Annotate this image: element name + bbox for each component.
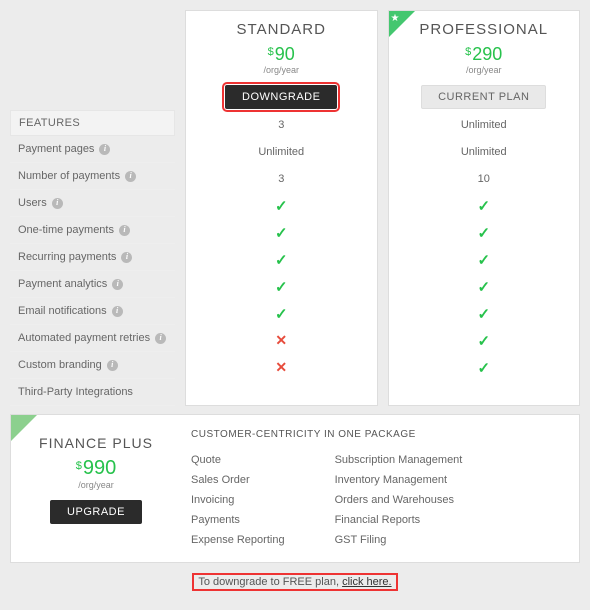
feature-item: Payment pagesi — [10, 136, 175, 163]
plan-cell: ✓ — [186, 246, 377, 273]
list-item: Payments — [191, 510, 285, 530]
check-icon: ✓ — [477, 305, 490, 323]
plan-cell: ✕ — [186, 354, 377, 381]
plan-cell: ✓ — [389, 219, 580, 246]
list-item: Expense Reporting — [191, 530, 285, 550]
feature-item: Payment analyticsi — [10, 271, 175, 298]
info-icon[interactable]: i — [112, 306, 123, 317]
star-badge-icon: ★ — [389, 11, 415, 37]
feature-item: Automated payment retriesi — [10, 325, 175, 352]
plan-standard: STANDARD $90 /org/year DOWNGRADE 3Unlimi… — [185, 10, 378, 406]
info-icon[interactable]: i — [112, 279, 123, 290]
list-item: Inventory Management — [335, 470, 463, 490]
plan-unit-finance: /org/year — [21, 480, 171, 490]
info-icon[interactable]: i — [121, 252, 132, 263]
info-icon[interactable]: i — [52, 198, 63, 209]
info-icon[interactable]: i — [119, 225, 130, 236]
features-header: FEATURES — [10, 110, 175, 136]
feature-item: Email notificationsi — [10, 298, 175, 325]
plan-cell: 3 — [186, 165, 377, 192]
feature-item: Usersi — [10, 190, 175, 217]
plan-cell: ✓ — [389, 273, 580, 300]
check-icon: ✓ — [477, 278, 490, 296]
plan-price-professional: $290 — [389, 44, 580, 65]
check-icon: ✓ — [275, 224, 288, 242]
plan-header-professional: PROFESSIONAL $290 /org/year CURRENT PLAN — [389, 11, 580, 111]
plan-unit-standard: /org/year — [186, 65, 377, 75]
plan-cell: ✓ — [186, 219, 377, 246]
check-icon: ✓ — [477, 224, 490, 242]
plan-cell: Unlimited — [186, 138, 377, 165]
plan-title-standard: STANDARD — [186, 21, 377, 38]
list-item: Orders and Warehouses — [335, 490, 463, 510]
plan-cell: ✓ — [389, 192, 580, 219]
check-icon: ✓ — [275, 251, 288, 269]
plan-price-standard: $90 — [186, 44, 377, 65]
check-icon: ✓ — [477, 197, 490, 215]
plan-title-finance: FINANCE PLUS — [21, 435, 171, 451]
plan-cell: 10 — [389, 165, 580, 192]
plan-cell: ✓ — [186, 300, 377, 327]
finance-heading: CUSTOMER-CENTRICITY IN ONE PACKAGE — [191, 429, 569, 440]
check-icon: ✓ — [477, 332, 490, 350]
plan-cell: ✓ — [186, 192, 377, 219]
check-icon: ✓ — [477, 251, 490, 269]
plan-unit-professional: /org/year — [389, 65, 580, 75]
feature-item: Recurring paymentsi — [10, 244, 175, 271]
feature-item: Custom brandingi — [10, 352, 175, 379]
list-item: Invoicing — [191, 490, 285, 510]
feature-item: Third-Party Integrations — [10, 379, 175, 406]
plan-price-finance: $990 — [21, 457, 171, 480]
plan-cell: ✓ — [389, 354, 580, 381]
plan-cell: ✓ — [389, 327, 580, 354]
downgrade-button[interactable]: DOWNGRADE — [225, 85, 337, 109]
info-icon[interactable]: i — [99, 144, 110, 155]
finance-plus-details: CUSTOMER-CENTRICITY IN ONE PACKAGE Quote… — [181, 415, 579, 562]
features-column: FEATURES Payment pagesiNumber of payment… — [10, 10, 175, 406]
new-badge-icon — [11, 415, 37, 441]
plan-cell: ✓ — [186, 273, 377, 300]
plan-title-professional: PROFESSIONAL — [389, 21, 580, 38]
info-icon[interactable]: i — [125, 171, 136, 182]
plan-cell: 3 — [186, 111, 377, 138]
check-icon: ✓ — [477, 359, 490, 377]
list-item: Sales Order — [191, 470, 285, 490]
plan-cell: ✕ — [186, 327, 377, 354]
footer-downgrade: To downgrade to FREE plan, click here. — [0, 573, 590, 591]
cross-icon: ✕ — [275, 332, 287, 349]
info-icon[interactable]: i — [155, 333, 166, 344]
downgrade-free-link[interactable]: click here. — [342, 576, 392, 588]
footer-text: To downgrade to FREE plan, — [198, 576, 342, 588]
plan-cell: Unlimited — [389, 111, 580, 138]
feature-item: One-time paymentsi — [10, 217, 175, 244]
plan-professional: ★ PROFESSIONAL $290 /org/year CURRENT PL… — [388, 10, 581, 406]
finance-feature-list: Subscription ManagementInventory Managem… — [335, 450, 463, 550]
check-icon: ✓ — [275, 278, 288, 296]
plans-row: FEATURES Payment pagesiNumber of payment… — [0, 10, 590, 406]
plan-header-standard: STANDARD $90 /org/year DOWNGRADE — [186, 11, 377, 111]
check-icon: ✓ — [275, 197, 288, 215]
feature-item: Number of paymentsi — [10, 163, 175, 190]
plan-cell: ✓ — [389, 300, 580, 327]
cross-icon: ✕ — [275, 359, 287, 376]
plan-cell: ✓ — [389, 246, 580, 273]
current-plan-button: CURRENT PLAN — [421, 85, 546, 109]
list-item: Quote — [191, 450, 285, 470]
finance-feature-list: QuoteSales OrderInvoicingPaymentsExpense… — [191, 450, 285, 550]
info-icon[interactable]: i — [107, 360, 118, 371]
finance-plus-panel: FINANCE PLUS $990 /org/year UPGRADE CUST… — [10, 414, 580, 563]
check-icon: ✓ — [275, 305, 288, 323]
upgrade-button[interactable]: UPGRADE — [50, 500, 142, 524]
list-item: Subscription Management — [335, 450, 463, 470]
plan-cell: Unlimited — [389, 138, 580, 165]
list-item: Financial Reports — [335, 510, 463, 530]
list-item: GST Filing — [335, 530, 463, 550]
